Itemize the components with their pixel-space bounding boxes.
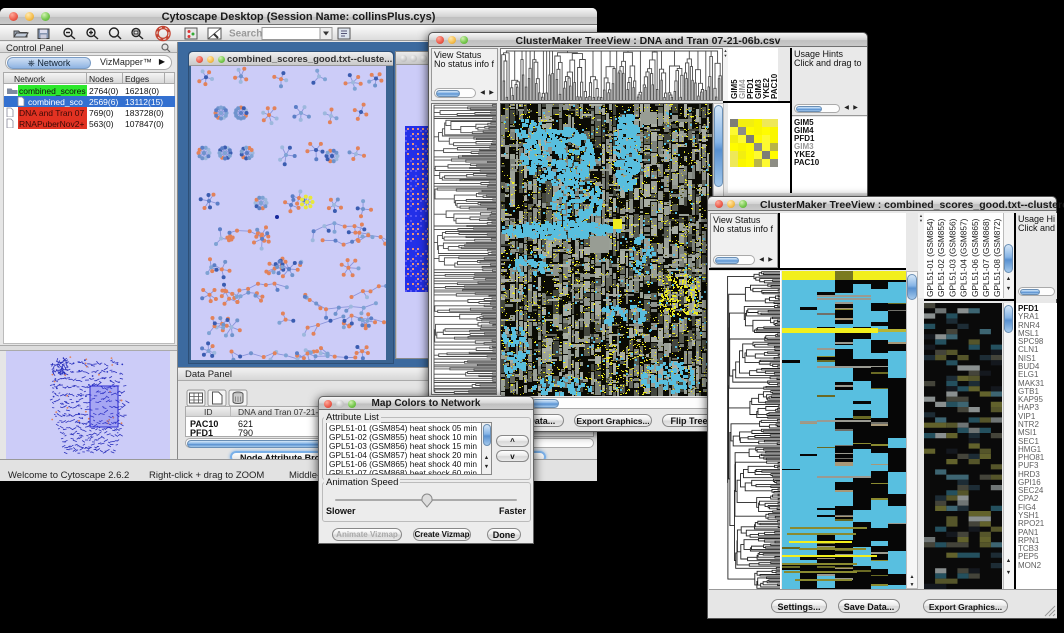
svg-text:GPL51-08 (GSM872): GPL51-08 (GSM872) bbox=[992, 218, 1002, 297]
svg-text:Search:: Search: bbox=[229, 29, 266, 40]
svg-text:GPL51-02 (GSM855): GPL51-02 (GSM855) bbox=[936, 218, 946, 297]
svg-text:GPL51-04 (GSM857): GPL51-04 (GSM857) bbox=[959, 218, 969, 297]
svg-text:PAC10: PAC10 bbox=[770, 73, 778, 99]
svg-text:GPL51-03 (GSM856): GPL51-03 (GSM856) bbox=[947, 218, 957, 297]
svg-text:GPL51-01 (GSM854): GPL51-01 (GSM854) bbox=[925, 218, 935, 297]
svg-text:GPL51-07 (GSM868): GPL51-07 (GSM868) bbox=[981, 218, 991, 297]
svg-text:GPL51-06 (GSM865): GPL51-06 (GSM865) bbox=[970, 218, 980, 297]
